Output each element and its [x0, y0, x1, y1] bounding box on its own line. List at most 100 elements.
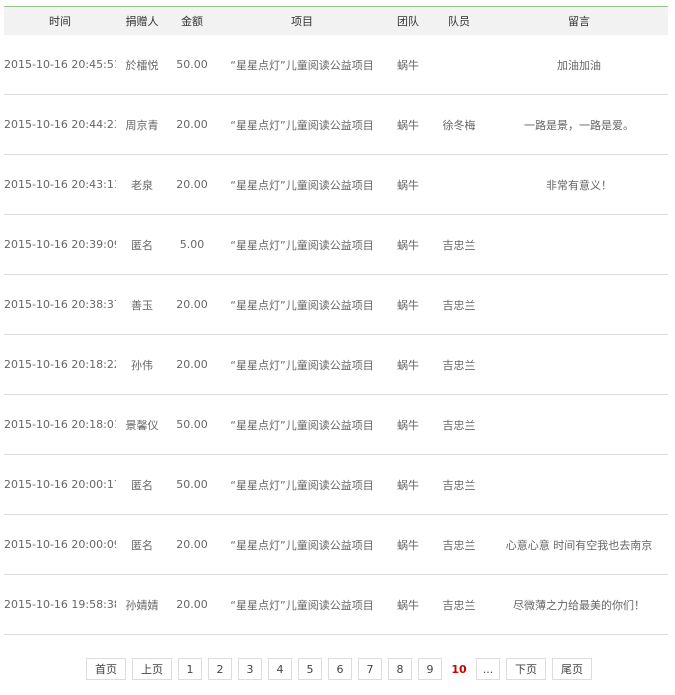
- cell-amount: 5.00: [168, 214, 216, 275]
- cell-member: 吉忠兰: [428, 274, 490, 335]
- cell-message: [490, 454, 668, 515]
- page-1-button[interactable]: 1: [178, 658, 202, 680]
- first-page-button[interactable]: 首页: [86, 658, 126, 680]
- cell-message: [490, 334, 668, 395]
- cell-time: 2015-10-16 20:43:11: [4, 154, 116, 215]
- prev-page-button[interactable]: 上页: [132, 658, 172, 680]
- header-amount: 金额: [181, 15, 203, 28]
- cell-team: 蜗牛: [388, 454, 428, 515]
- cell-message: 非常有意义！: [490, 154, 668, 215]
- cell-team: 蜗牛: [388, 274, 428, 335]
- header-project: 项目: [291, 15, 313, 28]
- cell-member: [428, 154, 490, 215]
- page-ellipsis-button[interactable]: ...: [476, 658, 500, 680]
- table-row: 2015-10-16 20:43:11 老泉 20.00 “星星点灯”儿童阅读公…: [4, 154, 668, 215]
- cell-member: 吉忠兰: [428, 514, 490, 575]
- cell-donor: 匿名: [116, 454, 168, 515]
- cell-team: 蜗牛: [388, 154, 428, 215]
- page-3-button[interactable]: 3: [238, 658, 262, 680]
- table-row: 2015-10-16 20:38:37 善玉 20.00 “星星点灯”儿童阅读公…: [4, 274, 668, 335]
- page-2-button[interactable]: 2: [208, 658, 232, 680]
- cell-amount: 50.00: [168, 454, 216, 515]
- last-page-button[interactable]: 尾页: [552, 658, 592, 680]
- cell-member: 吉忠兰: [428, 214, 490, 275]
- table-row: 2015-10-16 20:18:01 景馨仪 50.00 “星星点灯”儿童阅读…: [4, 394, 668, 455]
- cell-project: “星星点灯”儿童阅读公益项目: [216, 334, 388, 395]
- header-donor: 捐赠人: [125, 15, 159, 28]
- cell-time: 2015-10-16 20:18:01: [4, 394, 116, 455]
- cell-project: “星星点灯”儿童阅读公益项目: [216, 454, 388, 515]
- cell-donor: 周京青: [116, 94, 168, 155]
- cell-time: 2015-10-16 20:39:09: [4, 214, 116, 275]
- cell-amount: 20.00: [168, 94, 216, 155]
- cell-amount: 20.00: [168, 334, 216, 395]
- cell-member: 徐冬梅: [428, 94, 490, 155]
- cell-donor: 景馨仪: [116, 394, 168, 455]
- table-header-row: 时间 捐赠人 金额 项目 团队 队员 留言: [4, 6, 668, 35]
- cell-message: 尽微薄之力给最美的你们！: [490, 574, 668, 635]
- cell-message: 心意心意 时间有空我也去南京: [490, 514, 668, 575]
- pagination: 首页 上页 1 2 3 4 5 6 7 8 9 10 ... 下页 尾页: [86, 658, 592, 680]
- cell-time: 2015-10-16 20:00:17: [4, 454, 116, 515]
- table-row: 2015-10-16 20:44:23 周京青 20.00 “星星点灯”儿童阅读…: [4, 94, 668, 155]
- cell-amount: 20.00: [168, 574, 216, 635]
- cell-project: “星星点灯”儿童阅读公益项目: [216, 94, 388, 155]
- cell-donor: 匿名: [116, 214, 168, 275]
- current-page-indicator: 10: [448, 658, 470, 680]
- page-7-button[interactable]: 7: [358, 658, 382, 680]
- table-row: 2015-10-16 20:18:22 孙伟 20.00 “星星点灯”儿童阅读公…: [4, 334, 668, 395]
- cell-project: “星星点灯”儿童阅读公益项目: [216, 514, 388, 575]
- next-page-button[interactable]: 下页: [506, 658, 546, 680]
- cell-team: 蜗牛: [388, 394, 428, 455]
- cell-time: 2015-10-16 20:00:09: [4, 514, 116, 575]
- cell-donor: 於檑悦: [116, 35, 168, 95]
- page-4-button[interactable]: 4: [268, 658, 292, 680]
- table-row: 2015-10-16 19:58:38 孙婧婧 20.00 “星星点灯”儿童阅读…: [4, 574, 668, 635]
- page-5-button[interactable]: 5: [298, 658, 322, 680]
- cell-team: 蜗牛: [388, 94, 428, 155]
- cell-time: 2015-10-16 20:38:37: [4, 274, 116, 335]
- cell-donor: 孙伟: [116, 334, 168, 395]
- cell-time: 2015-10-16 20:44:23: [4, 94, 116, 155]
- header-time: 时间: [49, 15, 71, 28]
- cell-project: “星星点灯”儿童阅读公益项目: [216, 35, 388, 95]
- cell-donor: 孙婧婧: [116, 574, 168, 635]
- cell-message: [490, 214, 668, 275]
- cell-amount: 20.00: [168, 154, 216, 215]
- page-9-button[interactable]: 9: [418, 658, 442, 680]
- cell-team: 蜗牛: [388, 334, 428, 395]
- cell-message: 一路是景，一路是爱。: [490, 94, 668, 155]
- cell-time: 2015-10-16 19:58:38: [4, 574, 116, 635]
- cell-amount: 20.00: [168, 514, 216, 575]
- page-8-button[interactable]: 8: [388, 658, 412, 680]
- cell-amount: 50.00: [168, 394, 216, 455]
- cell-member: 吉忠兰: [428, 454, 490, 515]
- cell-project: “星星点灯”儿童阅读公益项目: [216, 394, 388, 455]
- cell-project: “星星点灯”儿童阅读公益项目: [216, 154, 388, 215]
- cell-time: 2015-10-16 20:18:22: [4, 334, 116, 395]
- header-message: 留言: [568, 15, 590, 28]
- table-row: 2015-10-16 20:45:51 於檑悦 50.00 “星星点灯”儿童阅读…: [4, 35, 668, 95]
- cell-project: “星星点灯”儿童阅读公益项目: [216, 274, 388, 335]
- cell-message: [490, 274, 668, 335]
- cell-message: 加油加油: [490, 35, 668, 95]
- page-6-button[interactable]: 6: [328, 658, 352, 680]
- cell-project: “星星点灯”儿童阅读公益项目: [216, 214, 388, 275]
- header-member: 队员: [448, 15, 470, 28]
- header-team: 团队: [397, 15, 419, 28]
- cell-member: [428, 35, 490, 95]
- table-row: 2015-10-16 20:00:09 匿名 20.00 “星星点灯”儿童阅读公…: [4, 514, 668, 575]
- cell-member: 吉忠兰: [428, 394, 490, 455]
- donation-table: 时间 捐赠人 金额 项目 团队 队员 留言 2015-10-16 20:45:5…: [4, 6, 668, 635]
- cell-donor: 善玉: [116, 274, 168, 335]
- cell-project: “星星点灯”儿童阅读公益项目: [216, 574, 388, 635]
- cell-team: 蜗牛: [388, 35, 428, 95]
- cell-team: 蜗牛: [388, 214, 428, 275]
- table-row: 2015-10-16 20:39:09 匿名 5.00 “星星点灯”儿童阅读公益…: [4, 214, 668, 275]
- cell-team: 蜗牛: [388, 514, 428, 575]
- cell-donor: 老泉: [116, 154, 168, 215]
- cell-time: 2015-10-16 20:45:51: [4, 35, 116, 95]
- cell-amount: 20.00: [168, 274, 216, 335]
- cell-amount: 50.00: [168, 35, 216, 95]
- cell-member: 吉忠兰: [428, 574, 490, 635]
